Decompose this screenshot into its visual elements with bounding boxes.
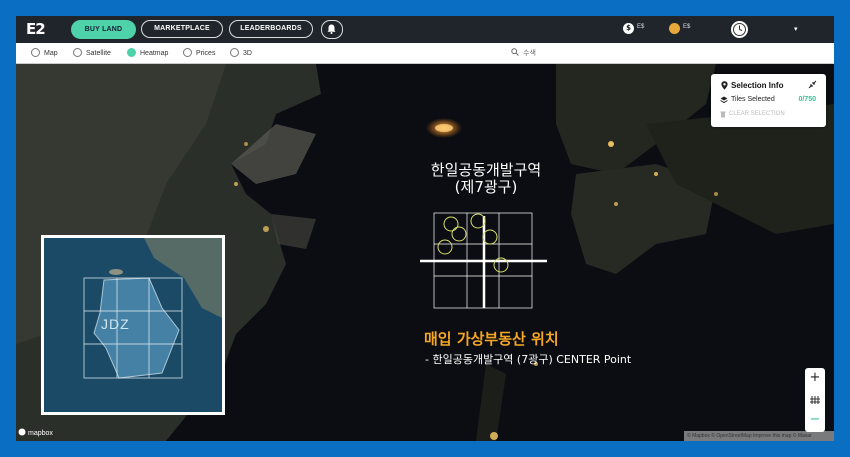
map-canvas[interactable]: JDZ 한일공동개발구역 (제7광구) 매입 가상부동산 위치 - 한일공동개발… — [16, 64, 834, 441]
radio-label: Map — [44, 50, 58, 57]
jdz-inset-shape — [83, 238, 222, 379]
selection-info-title: Selection Info — [731, 81, 784, 90]
radio-circle-icon — [230, 48, 239, 57]
map-zoom-controls: + − — [805, 368, 825, 432]
balance-dollar: E$ — [637, 24, 645, 30]
zone-subtitle: (제7광구) — [454, 178, 518, 196]
zoom-in-button[interactable]: + — [805, 370, 825, 385]
jdz-inset-map: JDZ — [41, 235, 225, 415]
radio-prices[interactable]: Prices — [183, 48, 215, 58]
dollar-coin-icon: $ — [623, 23, 634, 34]
radio-circle-icon — [183, 48, 192, 57]
tiles-selected-count: 0/750 — [798, 96, 816, 103]
radio-label: Heatmap — [140, 50, 169, 57]
radio-map[interactable]: Map — [31, 48, 58, 58]
center-point-caption: - 한일공동개발구역 (7광구) CENTER Point — [425, 353, 632, 366]
avatar[interactable] — [731, 21, 748, 38]
search-input[interactable]: 수색 — [511, 48, 711, 58]
notifications-button[interactable] — [321, 20, 343, 39]
radio-3d[interactable]: 3D — [230, 48, 252, 58]
radio-heatmap[interactable]: Heatmap — [127, 48, 168, 58]
mapbox-text: mapbox — [28, 430, 53, 437]
heatmap-markers — [437, 213, 509, 273]
map-attribution[interactable]: © Mapbox © OpenStreetMap Improve this ma… — [684, 431, 834, 441]
mapbox-logo[interactable]: mapbox — [18, 428, 53, 437]
radio-circle-icon — [127, 48, 136, 57]
clear-selection-button[interactable]: CLEAR SELECTION — [729, 111, 785, 117]
user-menu-caret[interactable]: ▾ — [794, 25, 798, 33]
search-placeholder: 수색 — [523, 49, 536, 57]
layers-icon — [720, 96, 728, 104]
leaderboards-button[interactable]: LEADERBOARDS — [229, 20, 313, 38]
marketplace-button[interactable]: MARKETPLACE — [141, 20, 223, 38]
clock-icon — [733, 23, 746, 36]
buy-land-button[interactable]: BUY LAND — [71, 20, 136, 39]
mapbox-icon — [18, 428, 26, 436]
top-navigation-bar: E2 BUY LAND MARKETPLACE LEADERBOARDS $ E… — [16, 16, 834, 43]
selection-info-panel: Selection Info Tiles Selected 0/750 CLEA… — [711, 74, 826, 127]
radio-label: Satellite — [86, 50, 111, 57]
search-icon — [511, 48, 519, 56]
radio-circle-icon — [73, 48, 82, 57]
app-window: E2 BUY LAND MARKETPLACE LEADERBOARDS $ E… — [16, 16, 834, 441]
radio-label: 3D — [243, 50, 252, 57]
radio-circle-icon — [31, 48, 40, 57]
jdz-label: JDZ — [101, 316, 130, 332]
e2-logo[interactable]: E2 — [26, 21, 52, 38]
collapse-icon[interactable] — [808, 80, 817, 89]
map-style-bar: Map Satellite Heatmap Prices 3D 수색 — [16, 43, 834, 64]
essence-coin-icon — [669, 23, 680, 34]
trash-icon — [720, 111, 726, 118]
center-crosshair — [420, 216, 547, 308]
purchase-location-heading: 매입 가상부동산 위치 — [424, 330, 559, 348]
map-pin-icon — [721, 81, 728, 90]
balance-essence: E$ — [683, 24, 691, 30]
radio-satellite[interactable]: Satellite — [73, 48, 111, 58]
zoom-out-button[interactable]: − — [805, 412, 825, 427]
radio-label: Prices — [196, 50, 216, 57]
compass-icon[interactable] — [805, 392, 825, 408]
tiles-selected-label: Tiles Selected — [731, 96, 775, 103]
bell-icon — [327, 24, 336, 34]
